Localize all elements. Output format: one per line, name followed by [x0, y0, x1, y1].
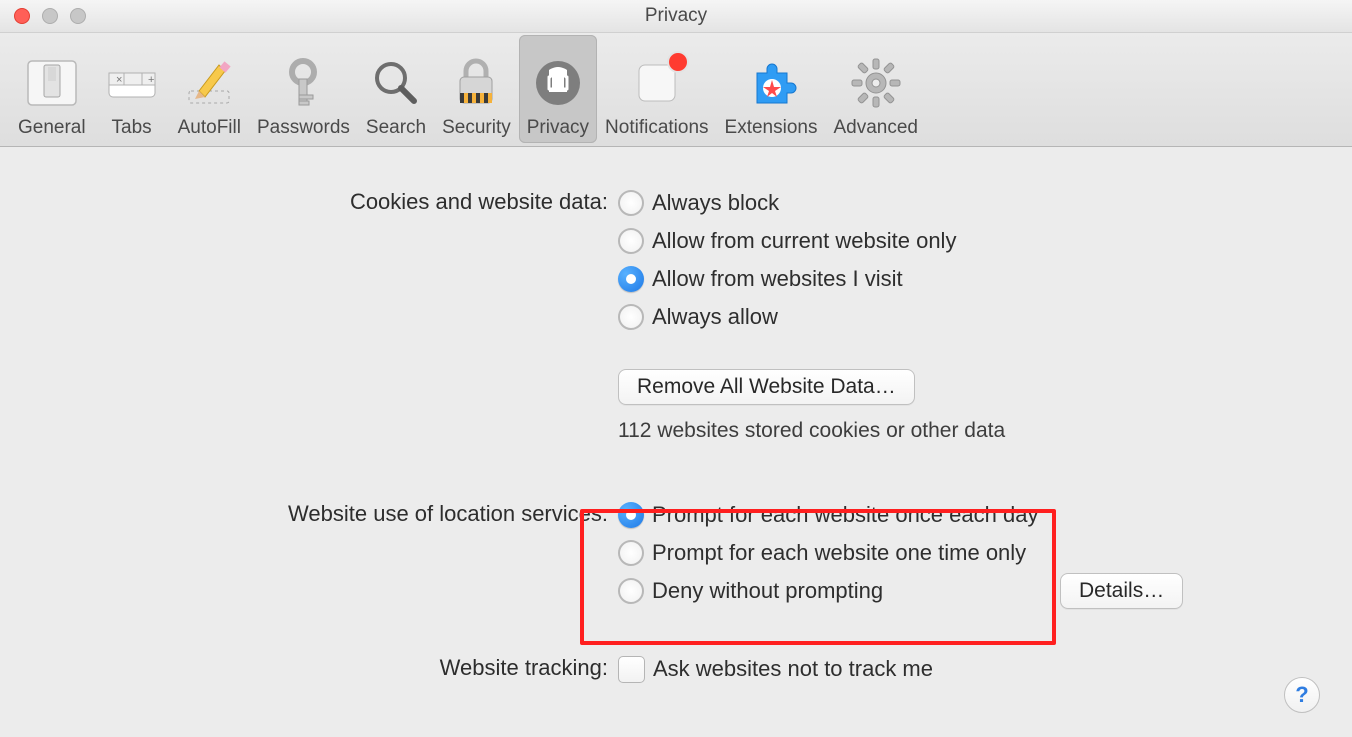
- toolbar-item-label: Extensions: [725, 117, 818, 139]
- toolbar-item-label: AutoFill: [178, 117, 241, 139]
- remove-data-row: Remove All Website Data…: [618, 369, 1322, 405]
- passwords-icon: [273, 53, 333, 113]
- option-text: Allow from websites I visit: [652, 266, 903, 292]
- close-button[interactable]: [14, 8, 30, 24]
- radio-icon: [618, 540, 644, 566]
- toolbar-item-advanced[interactable]: Advanced: [825, 35, 926, 143]
- titlebar: Privacy: [0, 0, 1352, 33]
- tracking-label: Website tracking:: [30, 653, 618, 681]
- toolbar-item-label: Passwords: [257, 117, 350, 139]
- tracking-checkbox-row[interactable]: Ask websites not to track me: [618, 653, 1322, 685]
- section-tracking: Website tracking: Ask websites not to tr…: [30, 653, 1322, 685]
- remove-all-data-button[interactable]: Remove All Website Data…: [618, 369, 915, 405]
- tabs-icon: × +: [102, 53, 162, 113]
- toolbar: General × + Tabs: [0, 33, 1352, 147]
- location-label: Website use of location services:: [30, 499, 618, 527]
- toolbar-item-search[interactable]: Search: [358, 35, 434, 143]
- preferences-window: Privacy General × +: [0, 0, 1352, 736]
- option-text: Prompt for each website one time only: [652, 540, 1026, 566]
- option-text: Always allow: [652, 304, 778, 330]
- notifications-icon: [627, 53, 687, 113]
- content-area: Cookies and website data: Always block A…: [0, 147, 1352, 737]
- toolbar-item-extensions[interactable]: Extensions: [717, 35, 826, 143]
- option-text: Allow from current website only: [652, 228, 956, 254]
- window-title: Privacy: [645, 5, 707, 26]
- toolbar-item-label: Privacy: [527, 117, 589, 139]
- svg-text:+: +: [148, 74, 154, 86]
- radio-icon: [618, 304, 644, 330]
- cookies-label: Cookies and website data:: [30, 187, 618, 215]
- radio-icon: [618, 502, 644, 528]
- toolbar-item-passwords[interactable]: Passwords: [249, 35, 358, 143]
- help-glyph: ?: [1295, 682, 1308, 708]
- location-option-1[interactable]: Prompt for each website one time only: [618, 537, 1322, 569]
- notifications-badge-icon: [667, 51, 689, 73]
- location-option-2[interactable]: Deny without prompting: [618, 575, 1322, 607]
- radio-icon: [618, 228, 644, 254]
- toolbar-item-privacy[interactable]: Privacy: [519, 35, 597, 143]
- details-button[interactable]: Details…: [1060, 573, 1183, 609]
- toolbar-item-label: Tabs: [112, 117, 152, 139]
- checkbox-icon: [618, 656, 645, 683]
- minimize-button[interactable]: [42, 8, 58, 24]
- checkbox-text: Ask websites not to track me: [653, 656, 933, 682]
- toolbar-item-label: Security: [442, 117, 511, 139]
- option-text: Always block: [652, 190, 779, 216]
- general-icon: [22, 53, 82, 113]
- cookies-option-2[interactable]: Allow from websites I visit: [618, 263, 1322, 295]
- cookies-option-0[interactable]: Always block: [618, 187, 1322, 219]
- toolbar-item-label: Advanced: [833, 117, 918, 139]
- toolbar-item-general[interactable]: General: [10, 35, 94, 143]
- security-icon: [446, 53, 506, 113]
- toolbar-item-label: Search: [366, 117, 426, 139]
- toolbar-item-label: General: [18, 117, 86, 139]
- extensions-icon: [741, 53, 801, 113]
- option-text: Prompt for each website once each day: [652, 502, 1038, 528]
- zoom-button[interactable]: [70, 8, 86, 24]
- toolbar-item-label: Notifications: [605, 117, 709, 139]
- help-button[interactable]: ?: [1284, 677, 1320, 713]
- toolbar-item-notifications[interactable]: Notifications: [597, 35, 717, 143]
- privacy-icon: [528, 53, 588, 113]
- cookies-option-1[interactable]: Allow from current website only: [618, 225, 1322, 257]
- radio-icon: [618, 266, 644, 292]
- toolbar-item-autofill[interactable]: AutoFill: [170, 35, 249, 143]
- stored-data-stats: 112 websites stored cookies or other dat…: [618, 419, 1005, 443]
- toolbar-item-security[interactable]: Security: [434, 35, 519, 143]
- radio-icon: [618, 578, 644, 604]
- toolbar-item-tabs[interactable]: × + Tabs: [94, 35, 170, 143]
- svg-text:×: ×: [116, 74, 122, 86]
- radio-icon: [618, 190, 644, 216]
- traffic-lights: [14, 8, 86, 24]
- cookies-option-3[interactable]: Always allow: [618, 301, 1322, 333]
- section-cookies: Cookies and website data: Always block A…: [30, 187, 1322, 443]
- advanced-icon: [846, 53, 906, 113]
- search-icon: [366, 53, 426, 113]
- location-option-0[interactable]: Prompt for each website once each day: [618, 499, 1322, 531]
- autofill-icon: [179, 53, 239, 113]
- option-text: Deny without prompting: [652, 578, 883, 604]
